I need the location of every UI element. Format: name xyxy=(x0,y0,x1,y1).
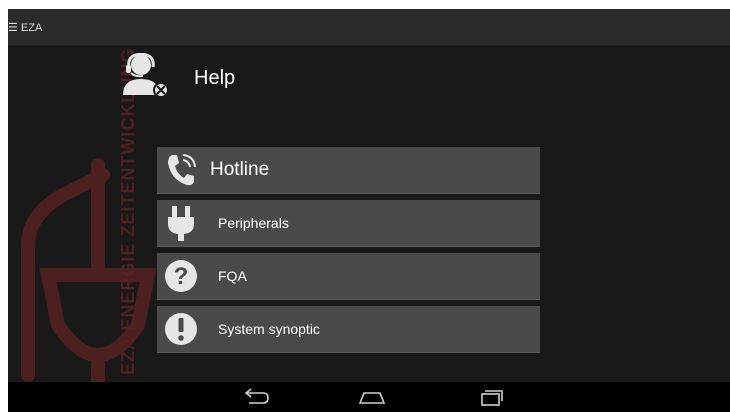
hotline-label: Hotline xyxy=(210,159,270,180)
phone-icon xyxy=(168,154,196,186)
app-screen: ☰ EZA EZA ENERGIE ZEITENTWICKLUNG Help H… xyxy=(8,9,730,412)
peripherals-button[interactable]: Peripherals xyxy=(157,200,540,247)
fqa-label: FQA xyxy=(218,268,247,284)
help-page: EZA ENERGIE ZEITENTWICKLUNG Help Hotline xyxy=(8,45,730,382)
app-title[interactable]: ☰ EZA xyxy=(8,21,42,34)
plug-icon xyxy=(168,206,194,241)
exclamation-icon xyxy=(165,313,197,345)
svg-text:?: ? xyxy=(174,263,189,290)
support-agent-icon xyxy=(123,53,169,98)
peripherals-label: Peripherals xyxy=(218,215,289,231)
android-nav-bar xyxy=(8,382,730,412)
question-icon: ? xyxy=(165,260,197,292)
home-icon[interactable] xyxy=(357,387,387,407)
page-title: Help xyxy=(194,67,236,89)
system-synoptic-label: System synoptic xyxy=(218,321,320,337)
top-bar: ☰ EZA xyxy=(8,9,730,45)
back-icon[interactable] xyxy=(241,387,271,407)
watermark-text: EZA ENERGIE ZEITENTWICKLUNG xyxy=(118,47,138,375)
system-synoptic-button[interactable]: System synoptic xyxy=(157,306,540,353)
fqa-button[interactable]: ? FQA xyxy=(157,253,540,300)
recents-icon[interactable] xyxy=(476,387,506,407)
hotline-button[interactable]: Hotline xyxy=(157,147,540,194)
